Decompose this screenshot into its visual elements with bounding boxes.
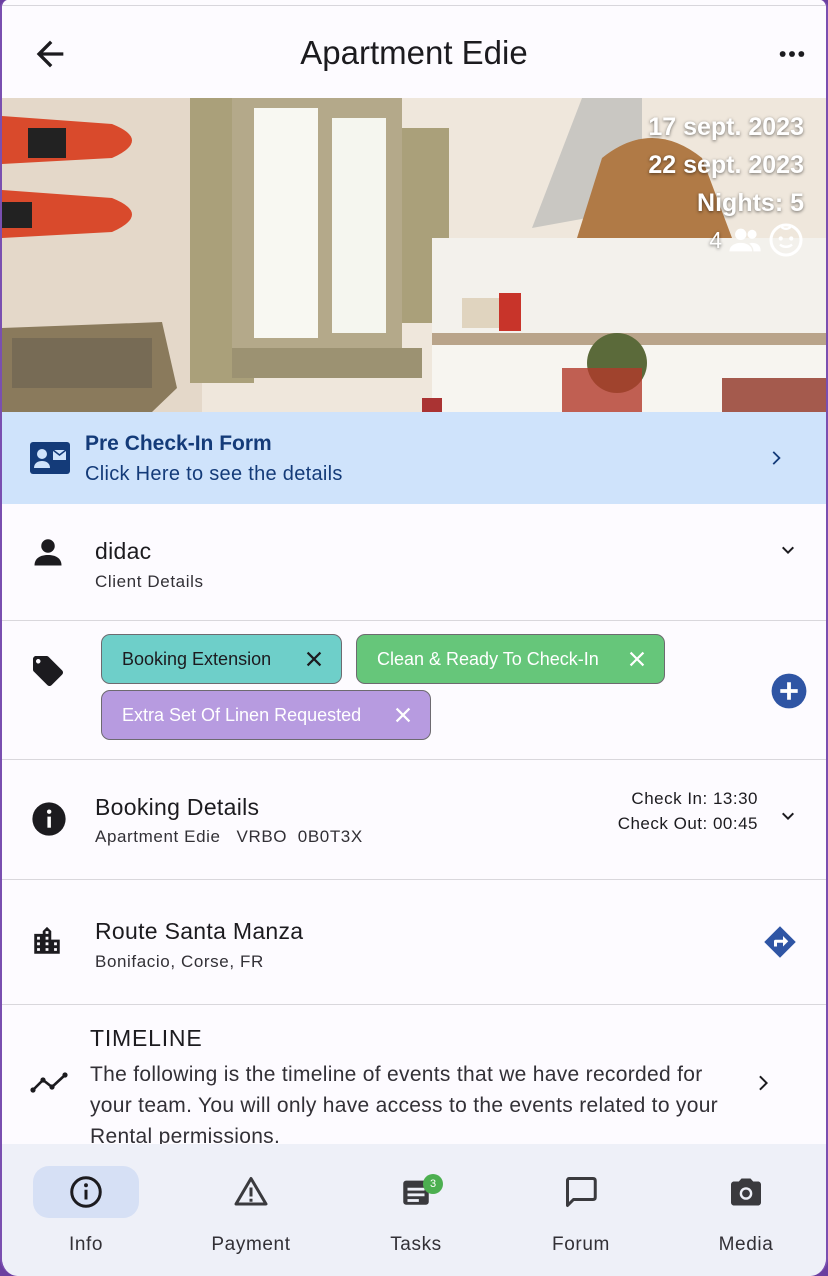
tasks-badge: 3 [423, 1174, 443, 1194]
address-city: Bonifacio, Corse, FR [95, 952, 264, 971]
app-frame: Apartment Edie 17 sept. 2023 22 sept. 20… [0, 0, 828, 1276]
close-icon[interactable] [303, 648, 325, 670]
info-icon [32, 802, 66, 836]
timeline-icon [30, 1072, 68, 1093]
bottom-navigation: Info Payment 3 Tasks Forum Media [2, 1144, 826, 1276]
nav-info[interactable]: Info [16, 1166, 156, 1256]
page-title: Apartment Edie [300, 34, 528, 71]
add-tag-icon[interactable] [770, 672, 808, 710]
nav-payment[interactable]: Payment [181, 1166, 321, 1256]
address-street: Route Santa Manza [95, 918, 304, 944]
property-photo: 17 sept. 2023 22 sept. 2023 Nights: 5 4 [2, 98, 826, 412]
booking-details-subtitle: Apartment Edie VRBO 0B0T3X [95, 827, 363, 846]
nav-tasks[interactable]: 3 Tasks [346, 1166, 486, 1256]
chevron-right-icon[interactable] [752, 1071, 776, 1095]
chevron-down-icon[interactable] [776, 538, 800, 562]
pre-check-in-banner[interactable]: Pre Check-In Form Click Here to see the … [2, 412, 826, 504]
check-in-time: Check In: 13:30 [631, 789, 758, 808]
directions-icon[interactable] [762, 924, 798, 960]
client-name: didac [95, 538, 152, 564]
nav-forum-indicator [528, 1166, 634, 1218]
tag-chip-extra-linen[interactable]: Extra Set Of Linen Requested [101, 690, 431, 740]
nights-count: Nights: 5 [697, 189, 804, 217]
more-options-icon[interactable] [776, 38, 808, 70]
person-icon [34, 539, 62, 566]
tag-chip-clean-ready[interactable]: Clean & Ready To Check-In [356, 634, 665, 684]
check-out-date: 22 sept. 2023 [648, 151, 804, 179]
tag-icon [33, 656, 63, 686]
people-icon [729, 228, 761, 252]
tags-row: Booking Extension Clean & Ready To Check… [2, 621, 826, 760]
nav-media-indicator [693, 1166, 799, 1218]
booking-details-title: Booking Details [95, 794, 260, 820]
chat-bubble-icon [566, 1177, 597, 1207]
booking-summary-overlay: 17 sept. 2023 22 sept. 2023 Nights: 5 4 [648, 108, 804, 258]
id-card-icon [30, 442, 70, 474]
nav-payment-indicator [198, 1166, 304, 1218]
nav-tasks-label: Tasks [390, 1234, 442, 1255]
timeline-description: The following is the timeline of events … [90, 1063, 718, 1144]
pre-check-in-subtitle: Click Here to see the details [85, 463, 343, 485]
tag-chip-booking-extension[interactable]: Booking Extension [101, 634, 342, 684]
camera-icon [731, 1178, 761, 1206]
pre-check-in-title: Pre Check-In Form [85, 432, 272, 455]
nav-media-label: Media [718, 1234, 774, 1255]
nav-payment-label: Payment [211, 1234, 291, 1255]
nav-info-indicator [33, 1166, 139, 1218]
nav-forum[interactable]: Forum [511, 1166, 651, 1256]
nav-tasks-indicator: 3 [363, 1166, 469, 1218]
check-out-time: Check Out: 00:45 [617, 814, 758, 833]
tag-label: Clean & Ready To Check-In [377, 648, 599, 669]
chevron-down-icon[interactable] [776, 804, 800, 828]
warning-icon [234, 1177, 268, 1206]
nav-forum-label: Forum [552, 1234, 610, 1255]
app-bar: Apartment Edie [2, 6, 826, 98]
client-details-row[interactable]: didac Client Details [2, 504, 826, 621]
tag-label: Booking Extension [122, 648, 272, 669]
child-face-icon [769, 223, 803, 257]
close-icon[interactable] [626, 648, 648, 670]
address-row[interactable]: Route Santa Manza Bonifacio, Corse, FR [2, 880, 826, 1005]
booking-details-row[interactable]: Booking Details Apartment Edie VRBO 0B0T… [2, 760, 826, 880]
info-outline-icon [70, 1176, 102, 1208]
check-in-date: 17 sept. 2023 [648, 113, 804, 141]
close-icon[interactable] [392, 704, 414, 726]
tag-label: Extra Set Of Linen Requested [122, 704, 362, 725]
client-details-label: Client Details [95, 572, 204, 591]
nav-media[interactable]: Media [676, 1166, 816, 1256]
building-icon [34, 926, 60, 954]
guests-count: 4 [709, 226, 722, 253]
nav-info-label: Info [68, 1234, 104, 1255]
guests-summary: 4 [648, 222, 804, 258]
timeline-title: TIMELINE [90, 1025, 203, 1051]
timeline-row[interactable]: TIMELINE The following is the timeline o… [2, 1005, 826, 1144]
chevron-right-icon [772, 451, 781, 465]
